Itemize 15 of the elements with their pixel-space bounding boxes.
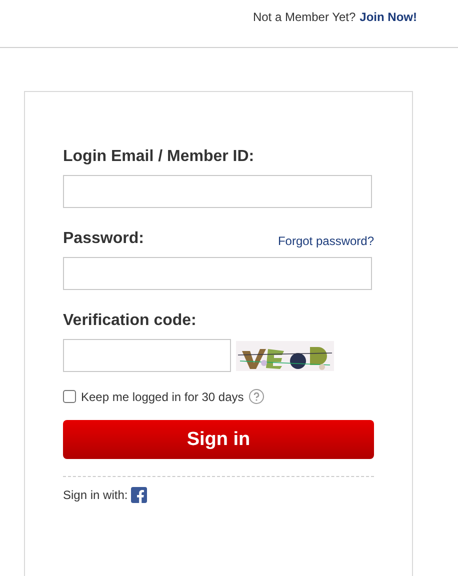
verification-field[interactable]	[63, 339, 231, 372]
keep-logged-in-label: Keep me logged in for 30 days	[81, 390, 244, 404]
help-icon[interactable]	[248, 389, 264, 404]
password-label: Password:	[63, 230, 144, 248]
forgot-password-link[interactable]: Forgot password?	[278, 234, 374, 248]
member-prompt: Not a Member Yet?	[252, 10, 356, 24]
join-link[interactable]: Join Now!	[360, 10, 417, 24]
email-field[interactable]	[63, 175, 372, 208]
keep-logged-in-checkbox[interactable]	[63, 390, 76, 403]
password-field[interactable]	[63, 257, 372, 290]
facebook-icon[interactable]	[130, 487, 147, 503]
sign-in-with-label: Sign in with:	[63, 488, 128, 502]
email-label: Login Email / Member ID:	[63, 148, 254, 165]
verification-label: Verification code:	[63, 312, 196, 329]
sign-in-button[interactable]: Sign in	[63, 420, 374, 459]
